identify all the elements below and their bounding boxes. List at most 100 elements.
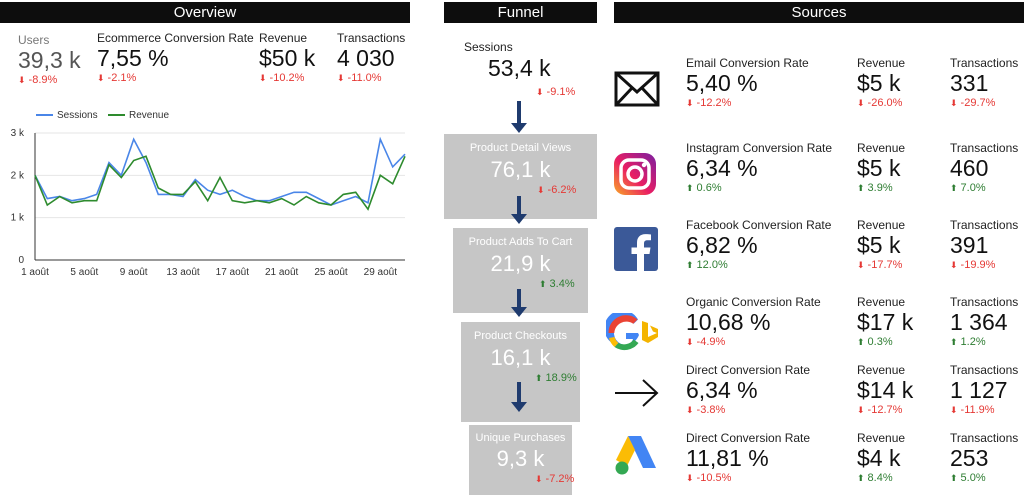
source-delta: ⬇ -12.2% <box>686 97 732 109</box>
down-arrow-icon: ⬇ <box>857 260 865 270</box>
kpi-label: Ecommerce Conversion Rate <box>97 31 254 45</box>
funnel-stage-title: Sessions <box>464 40 513 54</box>
source-transactions-cell: Transactions 253 ⬆ 5.0% <box>950 431 1018 484</box>
down-arrow-icon: ⬇ <box>950 260 958 270</box>
kpi-value: $50 k <box>259 45 316 71</box>
source-delta: ⬇ -29.7% <box>950 97 996 109</box>
kpi-delta: ⬇ -2.1% <box>97 72 137 84</box>
source-revenue-value: $5 k <box>857 155 901 181</box>
source-rate-value: 6,34 % <box>686 377 758 403</box>
transactions-column-label: Transactions <box>950 141 1019 155</box>
arrow-right-icon <box>614 378 660 413</box>
kpi-value: 4 030 <box>337 45 395 71</box>
source-rate-value: 6,34 % <box>686 155 758 181</box>
down-arrow-icon: ⬇ <box>337 73 345 83</box>
up-arrow-icon: ⬆ <box>857 337 865 347</box>
up-arrow-icon: ⬆ <box>857 183 865 193</box>
source-delta: ⬇ -3.8% <box>686 404 726 416</box>
source-delta: ⬆ 1.2% <box>950 336 986 348</box>
instagram-icon <box>613 152 657 201</box>
sources-header: Sources <box>614 2 1024 23</box>
source-rate-value: 11,81 % <box>686 445 769 471</box>
down-arrow-icon: ⬇ <box>18 75 26 85</box>
funnel-stage-value: 9,3 k <box>496 446 545 471</box>
source-revenue-cell: Revenue $4 k ⬆ 8.4% <box>857 431 905 484</box>
down-arrow-icon: ⬇ <box>686 337 694 347</box>
funnel-stage-title: Product Detail Views <box>469 142 572 154</box>
source-label: Direct Conversion Rate <box>686 431 811 445</box>
source-delta: ⬇ -19.9% <box>950 259 996 271</box>
up-arrow-icon: ⬆ <box>950 337 958 347</box>
source-revenue-value: $17 k <box>857 309 914 335</box>
source-transactions-value: 391 <box>950 232 989 258</box>
transactions-column-label: Transactions <box>950 295 1019 309</box>
down-arrow-icon: ⬇ <box>537 185 545 195</box>
funnel-stage-unique-purchases: Unique Purchases 9,3 k ⬇ -7.2% <box>469 425 574 495</box>
source-transactions-cell: Transactions 331 ⬇ -29.7% <box>950 56 1018 109</box>
source-delta: ⬇ -26.0% <box>857 97 903 109</box>
source-transactions-value: 1 127 <box>950 377 1008 403</box>
up-arrow-icon: ⬆ <box>950 183 958 193</box>
source-delta: ⬆ 3.9% <box>857 182 893 194</box>
kpi-transactions: Transactions 4 030 ⬇ -11.0% <box>337 31 405 84</box>
source-revenue-value: $4 k <box>857 445 901 471</box>
source-delta: ⬇ -10.5% <box>686 472 732 484</box>
down-arrow-icon: ⬇ <box>536 87 544 97</box>
funnel-header: Funnel <box>444 2 597 23</box>
overview-header: Overview <box>0 2 410 23</box>
down-arrow-icon: ⬇ <box>950 405 958 415</box>
down-arrow-icon: ⬇ <box>259 73 267 83</box>
source-transactions-value: 460 <box>950 155 989 181</box>
up-arrow-icon: ⬆ <box>539 279 547 289</box>
kpi-users: Users 39,3 k ⬇ -8.9% <box>18 33 81 86</box>
email-icon <box>614 70 660 113</box>
source-rate-value: 10,68 % <box>686 309 771 335</box>
source-label: Organic Conversion Rate <box>686 295 821 309</box>
source-transactions-value: 1 364 <box>950 309 1008 335</box>
funnel-stage-value: 16,1 k <box>490 345 551 370</box>
funnel-stage-title: Product Adds To Cart <box>468 236 573 248</box>
x-tick-label: 9 août <box>120 267 148 278</box>
source-delta: ⬆ 5.0% <box>950 472 986 484</box>
funnel-arrow-icon <box>511 382 527 412</box>
down-arrow-icon: ⬇ <box>950 98 958 108</box>
funnel-stage-title: Product Checkouts <box>474 330 567 342</box>
source-delta: ⬇ -11.9% <box>950 404 995 416</box>
source-label: Direct Conversion Rate <box>686 363 811 377</box>
source-label: Instagram Conversion Rate <box>686 141 833 155</box>
series-line-revenue <box>34 155 406 211</box>
sessions-revenue-chart: 0 1 k 2 k 3 k 1 août 5 août 9 août 13 août 17 ao… <box>11 110 406 278</box>
y-tick-label: 1 k <box>11 213 25 224</box>
funnel-stage-delta: ⬇ -9.1% <box>536 86 576 98</box>
revenue-column-label: Revenue <box>857 295 906 309</box>
source-rate-value: 5,40 % <box>686 70 758 96</box>
source-rate-value: 6,82 % <box>686 232 758 258</box>
down-arrow-icon: ⬇ <box>97 73 105 83</box>
up-arrow-icon: ⬆ <box>686 260 694 270</box>
transactions-column-label: Transactions <box>950 363 1019 377</box>
source-revenue-value: $5 k <box>857 70 901 96</box>
funnel-stage-delta: ⬆ 18.9% <box>535 372 577 384</box>
source-transactions-cell: Transactions 391 ⬇ -19.9% <box>950 218 1018 271</box>
source-delta: ⬇ -17.7% <box>857 259 903 271</box>
source-delta: ⬆ 0.3% <box>857 336 893 348</box>
source-delta: ⬆ 7.0% <box>950 182 986 194</box>
funnel-stage-value: 76,1 k <box>490 157 551 182</box>
kpi-ecommerce-conversion-rate: Ecommerce Conversion Rate 7,55 % ⬇ -2.1% <box>97 31 254 84</box>
down-arrow-icon: ⬇ <box>857 98 865 108</box>
source-revenue-value: $14 k <box>857 377 914 403</box>
kpi-value: 7,55 % <box>97 45 169 71</box>
source-delta: ⬆ 8.4% <box>857 472 893 484</box>
y-tick-label: 2 k <box>11 170 25 181</box>
revenue-column-label: Revenue <box>857 218 906 232</box>
series-line-sessions <box>34 136 406 206</box>
source-rate-cell: Organic Conversion Rate 10,68 % ⬇ -4.9% <box>686 295 821 348</box>
transactions-column-label: Transactions <box>950 56 1019 70</box>
y-tick-label: 0 <box>18 255 24 266</box>
source-rate-cell: Direct Conversion Rate 11,81 % ⬇ -10.5% <box>686 431 810 484</box>
source-delta: ⬆ 12.0% <box>686 259 728 271</box>
source-label: Email Conversion Rate <box>686 56 809 70</box>
source-revenue-value: $5 k <box>857 232 901 258</box>
source-rate-cell: Instagram Conversion Rate 6,34 % ⬆ 0.6% <box>686 141 832 194</box>
funnel-stage-delta: ⬇ -6.2% <box>537 184 577 196</box>
